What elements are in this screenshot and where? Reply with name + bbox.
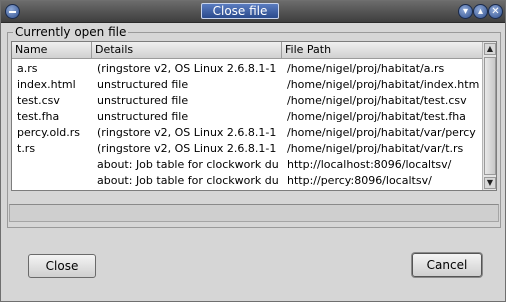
minimize-icon[interactable]: ▾ [458,4,473,19]
close-file-dialog: Close file ▾ ▴ ✕ Currently open file Nam… [0,0,506,302]
window-menu-icon[interactable] [5,4,20,19]
vertical-scrollbar[interactable]: ▲ ▼ [482,42,496,190]
table-row[interactable]: test.fha unstructured file /home/nigel/p… [12,109,484,125]
scroll-down-arrow-icon[interactable]: ▼ [484,177,496,189]
column-header-file-path[interactable]: File Path [282,42,484,59]
status-bar [9,204,499,222]
cell-name [12,157,92,173]
close-icon[interactable]: ✕ [488,4,503,19]
cancel-button[interactable]: Cancel [412,253,482,277]
table-row[interactable]: about: Job table for clockwork du http:/… [12,157,484,173]
cell-name: index.html [17,78,76,91]
cell-details: about: Job table for clockwork du [97,174,279,187]
table-row[interactable]: a.rs (ringstore v2, OS Linux 2.6.8.1-1 /… [12,61,484,77]
cell-name: test.csv [17,94,60,107]
cell-details: about: Job table for clockwork du [97,158,279,171]
cell-details: (ringstore v2, OS Linux 2.6.8.1-1 [97,142,277,155]
scroll-up-arrow-icon[interactable]: ▲ [484,43,496,55]
window-title: Close file [201,3,279,19]
cell-name: percy.old.rs [17,126,81,139]
table-row[interactable]: percy.old.rs (ringstore v2, OS Linux 2.6… [12,125,484,141]
maximize-icon[interactable]: ▴ [473,4,488,19]
cell-file-path: /home/nigel/proj/habitat/index.htm [287,78,480,91]
table-row[interactable]: t.rs (ringstore v2, OS Linux 2.6.8.1-1 /… [12,141,484,157]
table-row[interactable]: about: Job table for clockwork du http:/… [12,173,484,189]
cell-file-path: /home/nigel/proj/habitat/var/t.rs [287,142,464,155]
cell-name: t.rs [17,142,36,155]
column-header-details[interactable]: Details [92,42,282,59]
cell-name [12,173,92,189]
cell-name: a.rs [17,62,38,75]
cell-details: (ringstore v2, OS Linux 2.6.8.1-1 [97,126,277,139]
column-header-name[interactable]: Name [12,42,92,59]
group-label: Currently open file [13,25,129,39]
cell-file-path: /home/nigel/proj/habitat/a.rs [287,62,445,75]
cell-file-path: /home/nigel/proj/habitat/test.fha [287,110,466,123]
title-bar[interactable]: Close file ▾ ▴ ✕ [1,1,505,23]
close-button[interactable]: Close [28,254,96,278]
cell-details: unstructured file [97,78,189,91]
cell-file-path: /home/nigel/proj/habitat/var/percy [287,126,476,139]
table-row[interactable]: index.html unstructured file /home/nigel… [12,77,484,93]
cell-file-path: http://localhost:8096/localtsv/ [287,158,452,171]
cell-file-path: http://percy:8096/localtsv/ [287,174,432,187]
table-body: a.rs (ringstore v2, OS Linux 2.6.8.1-1 /… [12,61,484,189]
cell-details: unstructured file [97,94,189,107]
cell-details: (ringstore v2, OS Linux 2.6.8.1-1 [97,62,277,75]
table-header: Name Details File Path [12,42,484,59]
cell-name: test.fha [17,110,60,123]
open-files-table: Name Details File Path a.rs (ringstore v… [11,41,497,191]
scrollbar-thumb[interactable] [484,57,496,175]
cell-details: unstructured file [97,110,189,123]
table-row[interactable]: test.csv unstructured file /home/nigel/p… [12,93,484,109]
cell-file-path: /home/nigel/proj/habitat/test.csv [287,94,467,107]
